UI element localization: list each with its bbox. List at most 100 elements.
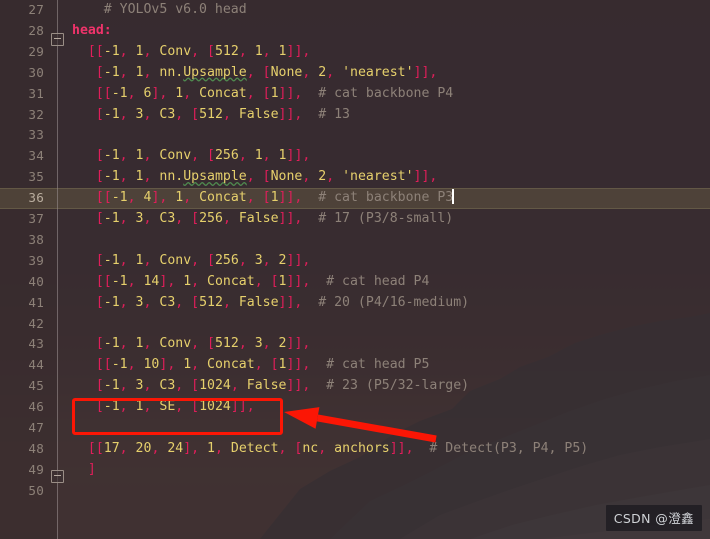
text-caret [452, 189, 454, 205]
code-line-text[interactable]: [-1, 3, C3, [1024, False]], # 23 (P5/32-… [72, 376, 469, 397]
line-number[interactable]: 38 [0, 230, 44, 251]
code-line[interactable]: 47 [0, 418, 710, 439]
token-punct: , [143, 252, 160, 268]
line-number[interactable]: 41 [0, 293, 44, 314]
code-line-text[interactable]: ] [72, 460, 96, 481]
line-number[interactable]: 31 [0, 84, 44, 105]
code-line[interactable]: 27 # YOLOv5 v6.0 head [0, 0, 710, 21]
line-number[interactable]: 50 [0, 481, 44, 502]
code-line[interactable]: 44 [[-1, 10], 1, Concat, [1]], # cat hea… [0, 355, 710, 376]
token-num: 1 [278, 148, 287, 164]
line-number[interactable]: 47 [0, 418, 44, 439]
code-line-text[interactable]: [[17, 20, 24], 1, Detect, [nc, anchors]]… [72, 439, 588, 460]
code-line-text[interactable]: [-1, 3, C3, [512, False]], # 13 [72, 105, 350, 126]
token-num: 1 [135, 169, 144, 185]
token-ident: Concat [199, 85, 247, 101]
line-number[interactable]: 30 [0, 63, 44, 84]
token-num: 1 [135, 336, 144, 352]
code-line-text[interactable]: [[-1, 1, Conv, [512, 1, 1]], [72, 42, 310, 63]
token-punct: [[ [72, 273, 112, 289]
line-number[interactable]: 44 [0, 355, 44, 376]
code-line[interactable]: 30 [-1, 1, nn.Upsample, [None, 2, 'neare… [0, 63, 710, 84]
code-line-text[interactable]: [-1, 1, nn.Upsample, [None, 2, 'nearest'… [72, 167, 438, 188]
code-line-text[interactable]: head: [72, 21, 112, 42]
code-line[interactable]: 34 [-1, 1, Conv, [256, 1, 1]], [0, 146, 710, 167]
code-line-text[interactable]: [-1, 1, SE, [1024]], [72, 397, 255, 418]
code-line[interactable]: 40 [[-1, 14], 1, Concat, [1]], # cat hea… [0, 272, 710, 293]
code-line[interactable]: 36 [[-1, 4], 1, Concat, [1]], # cat back… [0, 188, 710, 209]
token-ident: C3 [159, 294, 176, 310]
code-line[interactable]: 33 [0, 125, 710, 146]
code-line[interactable]: 49 ] [0, 460, 710, 481]
token-num: -1 [103, 106, 120, 122]
token-num: 3 [135, 211, 144, 226]
line-number[interactable]: 27 [0, 0, 44, 21]
code-text-area[interactable]: 27 # YOLOv5 v6.0 head 28 head: 29 [[-1, 1, … [0, 0, 710, 539]
code-line[interactable]: 38 [0, 230, 710, 251]
line-number[interactable]: 28 [0, 21, 44, 42]
fold-marker-head[interactable] [51, 33, 64, 46]
code-line-text[interactable]: [-1, 1, Conv, [256, 1, 1]], [72, 146, 311, 167]
line-number[interactable]: 35 [0, 167, 44, 188]
token-punct: , [ [175, 399, 200, 415]
token-punct: ], [159, 273, 184, 289]
line-number[interactable]: 45 [0, 376, 44, 397]
code-line-text[interactable]: [[-1, 4], 1, Concat, [1]], # cat backbon… [72, 188, 454, 209]
code-line-text[interactable]: [-1, 1, Conv, [512, 3, 2]], [72, 334, 311, 355]
token-cmt: # 20 (P4/16-medium) [302, 294, 470, 310]
code-line-text[interactable]: [-1, 3, C3, [256, False]], # 17 (P3/8-sm… [72, 209, 453, 230]
token-punct: , [238, 336, 255, 352]
line-number[interactable]: 34 [0, 146, 44, 167]
line-number[interactable]: 39 [0, 251, 44, 272]
code-line-text[interactable]: [-1, 3, C3, [512, False]], # 20 (P4/16-m… [72, 293, 469, 314]
code-line[interactable]: 29 [[-1, 1, Conv, [512, 1, 1]], [0, 42, 710, 63]
code-line[interactable]: 41 [-1, 3, C3, [512, False]], # 20 (P4/1… [0, 293, 710, 314]
code-line[interactable]: 50 [0, 481, 710, 502]
token-ident: SE [159, 399, 176, 415]
token-num: 1 [135, 148, 144, 164]
code-line[interactable]: 28 head: [0, 21, 710, 42]
code-line[interactable]: 42 [0, 314, 710, 335]
token-punct: [[ [72, 43, 104, 59]
code-line[interactable]: 43 [-1, 1, Conv, [512, 3, 2]], [0, 334, 710, 355]
code-line-text[interactable]: [[-1, 6], 1, Concat, [1]], # cat backbon… [72, 84, 453, 105]
token-punct: , [143, 378, 160, 394]
token-punct: ]], [286, 43, 311, 59]
code-line[interactable]: 46 [-1, 1, SE, [1024]], [0, 397, 710, 418]
token-num: 17 [103, 440, 120, 456]
token-num: 14 [143, 273, 160, 289]
line-number[interactable]: 37 [0, 209, 44, 230]
code-line[interactable]: 45 [-1, 3, C3, [1024, False]], # 23 (P5/… [0, 376, 710, 397]
line-number[interactable]: 42 [0, 314, 44, 335]
line-number[interactable]: 46 [0, 397, 44, 418]
line-number[interactable]: 49 [0, 460, 44, 481]
line-number[interactable]: 36 [0, 188, 44, 209]
token-ident: Conv [159, 336, 192, 352]
code-line[interactable]: 48 [[17, 20, 24], 1, Detect, [nc, anchor… [0, 439, 710, 460]
code-line-text[interactable]: [[-1, 14], 1, Concat, [1]], # cat head P… [72, 272, 430, 293]
token-num: 24 [167, 440, 184, 456]
token-ident: C3 [159, 378, 176, 394]
token-ident: nc [302, 440, 319, 456]
code-line[interactable]: 31 [[-1, 6], 1, Concat, [1]], # cat back… [0, 84, 710, 105]
code-line[interactable]: 35 [-1, 1, nn.Upsample, [None, 2, 'neare… [0, 167, 710, 188]
code-line[interactable]: 32 [-1, 3, C3, [512, False]], # 13 [0, 105, 710, 126]
line-number[interactable]: 29 [0, 42, 44, 63]
code-line-text[interactable]: [[-1, 10], 1, Concat, [1]], # cat head P… [72, 355, 430, 376]
fold-marker-list-end[interactable] [51, 470, 64, 483]
token-punct: , [127, 357, 144, 373]
code-line-text[interactable]: [-1, 1, Conv, [256, 3, 2]], [72, 251, 311, 272]
line-number[interactable]: 40 [0, 272, 44, 293]
token-punct: , [127, 273, 144, 289]
line-number[interactable]: 43 [0, 334, 44, 355]
line-number[interactable]: 32 [0, 105, 44, 126]
code-line[interactable]: 39 [-1, 1, Conv, [256, 3, 2]], [0, 251, 710, 272]
code-line[interactable]: 37 [-1, 3, C3, [256, False]], # 17 (P3/8… [0, 209, 710, 230]
code-line-text[interactable]: [-1, 1, nn.Upsample, [None, 2, 'nearest'… [72, 63, 438, 84]
code-line-text[interactable]: # YOLOv5 v6.0 head [72, 0, 247, 21]
token-punct: , [238, 43, 255, 59]
line-number[interactable]: 33 [0, 125, 44, 146]
line-number[interactable]: 48 [0, 439, 44, 460]
token-ident: Concat [207, 273, 255, 289]
token-punct: , [143, 399, 160, 415]
